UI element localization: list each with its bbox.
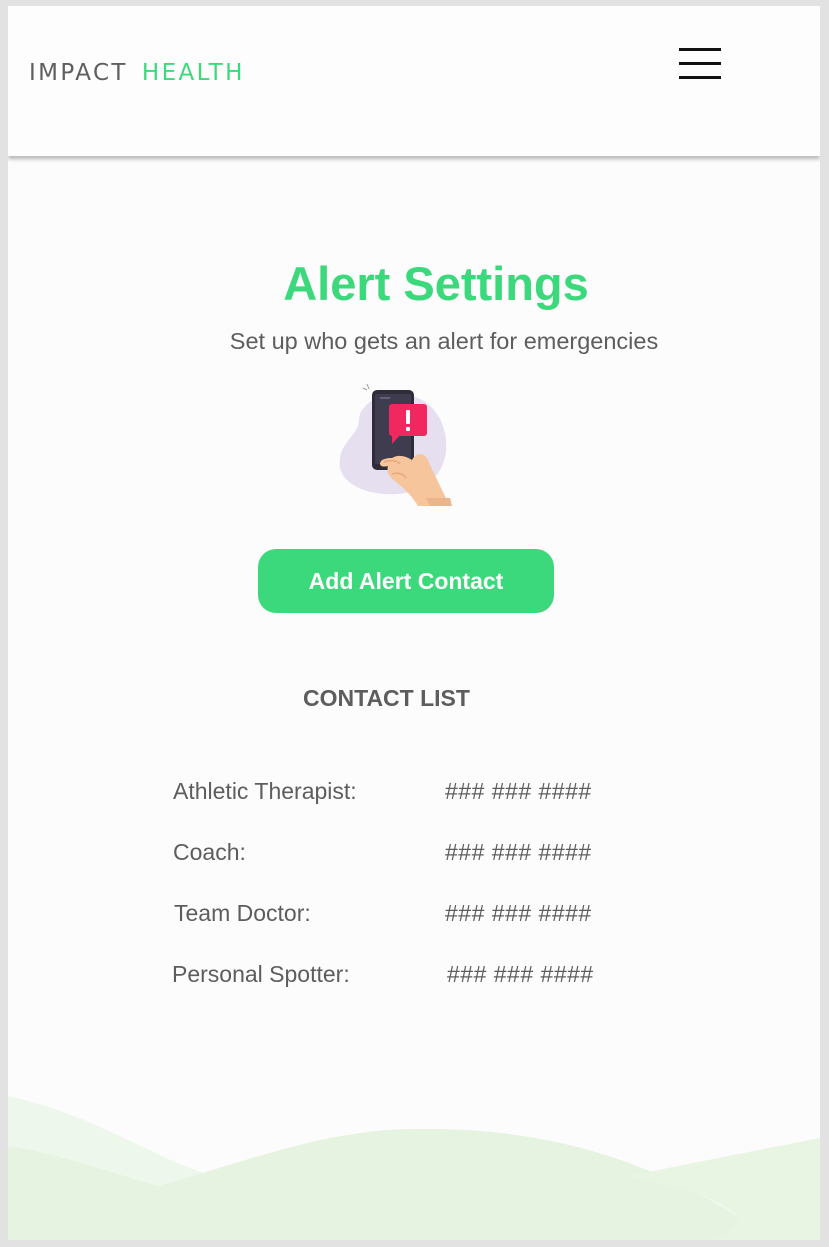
logo-text-health: HEALTH [141,60,245,86]
contact-phone-number: ### ### #### [445,900,592,926]
menu-line [679,62,721,65]
contact-row-coach[interactable]: Coach: ### ### #### [8,839,820,875]
contact-role-label: Coach: [173,839,246,865]
menu-line [679,76,721,79]
hamburger-menu-icon[interactable] [676,46,722,80]
add-alert-contact-button[interactable]: Add Alert Contact [258,549,554,613]
page-title: Alert Settings [283,257,589,310]
contact-phone-number: ### ### #### [445,778,592,804]
contact-role-label: Athletic Therapist: [173,778,357,804]
app-frame: IMPACT HEALTH Alert Settings Set up who g… [8,6,820,1240]
phone-alert-illustration [339,383,452,506]
contact-row-team-doctor[interactable]: Team Doctor: ### ### #### [8,900,820,936]
contact-row-athletic-therapist[interactable]: Athletic Therapist: ### ### #### [8,778,820,814]
menu-line [679,48,721,51]
page-subtitle: Set up who gets an alert for emergencies [229,328,659,354]
top-header: IMPACT HEALTH [8,6,820,156]
brand-logo[interactable]: IMPACT HEALTH [29,60,245,86]
contact-row-personal-spotter[interactable]: Personal Spotter: ### ### #### [8,961,820,997]
decorative-hills [8,1096,820,1240]
contact-phone-number: ### ### #### [447,961,594,987]
logo-text-impact: IMPACT [29,60,128,86]
contact-role-label: Personal Spotter: [172,961,350,987]
contact-list-heading: CONTACT LIST [303,685,470,711]
contact-phone-number: ### ### #### [445,839,592,865]
contact-role-label: Team Doctor: [174,900,311,926]
